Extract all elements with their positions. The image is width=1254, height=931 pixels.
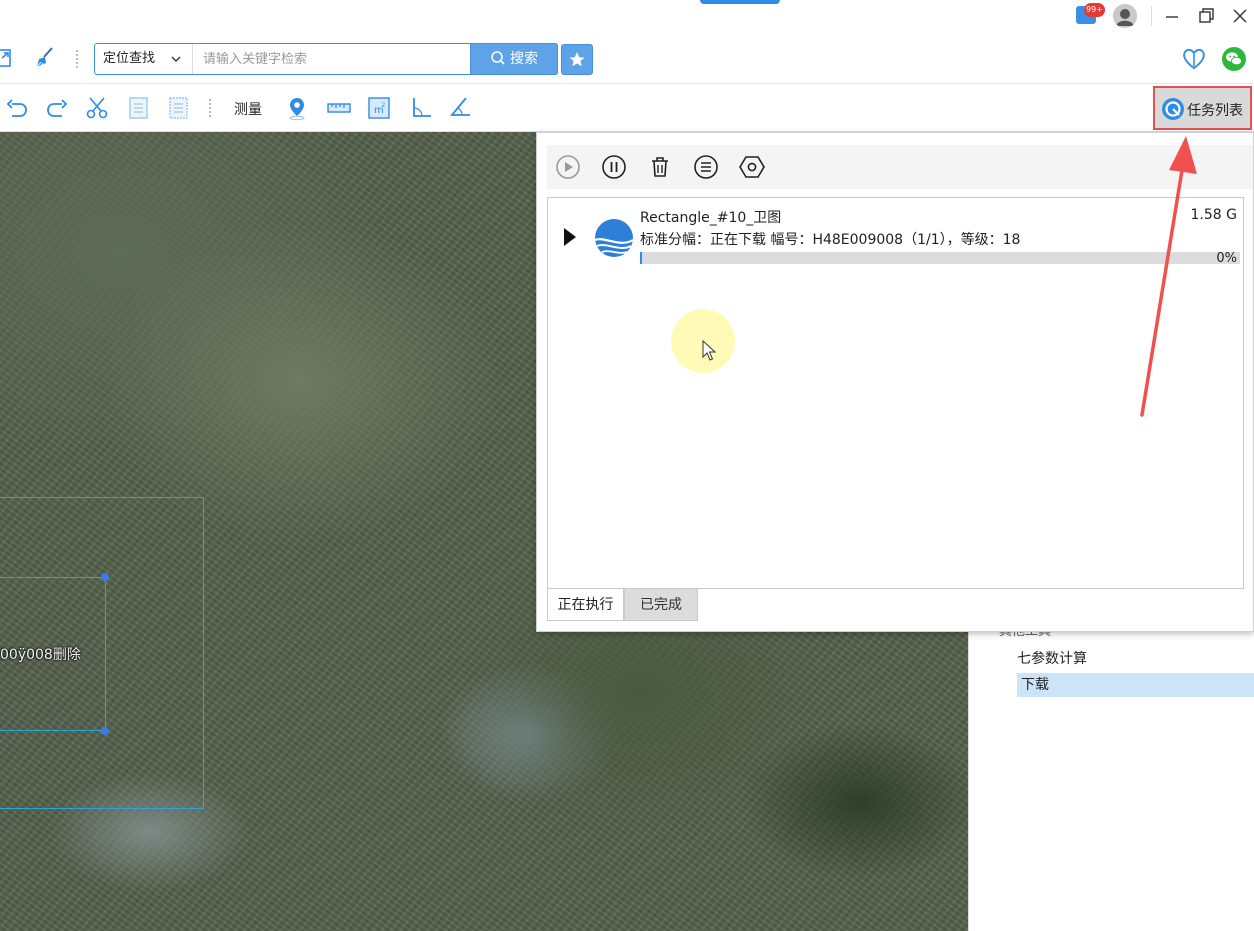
redo-icon[interactable]	[44, 95, 70, 121]
selection-handle[interactable]	[101, 727, 109, 735]
side-item-seven-params[interactable]: 七参数计算	[1017, 648, 1087, 668]
search-button[interactable]: 搜索	[470, 43, 558, 75]
chevron-down-icon	[171, 56, 181, 62]
search-input[interactable]	[195, 44, 471, 74]
restore-button[interactable]	[1194, 4, 1218, 28]
wechat-icon[interactable]	[1221, 46, 1247, 72]
selection-handle[interactable]	[101, 573, 109, 581]
task-name: Rectangle_#10_卫图	[640, 210, 782, 226]
search-category-select[interactable]: 定位查找	[95, 44, 193, 74]
favorite-button[interactable]	[561, 44, 593, 75]
heart-map-icon[interactable]	[1180, 44, 1208, 72]
star-icon	[569, 52, 585, 67]
tool-side-panel: 其他工具 七参数计算 下载	[968, 618, 1254, 931]
settings-icon[interactable]	[739, 154, 765, 180]
export-icon[interactable]	[0, 45, 20, 71]
ruler-icon[interactable]	[326, 95, 352, 121]
task-list-button[interactable]: 任务列表	[1153, 86, 1252, 130]
search-category-label: 定位查找	[103, 51, 156, 66]
minimize-button[interactable]	[1160, 4, 1184, 28]
measure-label: 测量	[234, 102, 262, 118]
toolbar-grip	[76, 50, 80, 68]
close-button[interactable]	[1228, 4, 1252, 28]
toolbar-grip	[209, 99, 213, 117]
task-list-icon	[1162, 98, 1184, 120]
selection-label: 00ÿ008删除	[0, 647, 81, 663]
list-icon[interactable]	[693, 154, 719, 180]
tools-toolbar: 测量 m2	[0, 84, 1254, 132]
copy-icon[interactable]	[126, 95, 152, 121]
brush-icon[interactable]	[32, 45, 58, 71]
search-box: 定位查找 搜索	[94, 43, 558, 75]
mouse-cursor-icon	[702, 340, 717, 361]
search-toolbar: 定位查找 搜索	[0, 32, 1254, 84]
svg-text:2: 2	[382, 102, 386, 109]
task-list-button-label: 任务列表	[1187, 103, 1243, 119]
title-bar: 99+	[0, 0, 1254, 32]
task-logo-icon	[594, 219, 634, 257]
angle-icon[interactable]	[408, 95, 434, 121]
search-icon	[491, 51, 505, 65]
trash-icon[interactable]	[647, 154, 673, 180]
pause-icon[interactable]	[601, 154, 627, 180]
task-progress-fill	[640, 252, 642, 264]
user-avatar[interactable]	[1113, 4, 1137, 28]
task-progress-percent: 0%	[1216, 251, 1237, 266]
cut-icon[interactable]	[84, 95, 110, 121]
annotation-arrow	[1140, 136, 1197, 417]
titlebar-separator	[1151, 6, 1152, 26]
undo-icon[interactable]	[4, 95, 30, 121]
tab-running[interactable]: 正在执行	[547, 589, 624, 621]
title-accent-bar	[700, 0, 780, 4]
location-pin-icon[interactable]	[284, 95, 310, 121]
notification-badge: 99+	[1084, 3, 1105, 17]
search-button-label: 搜索	[510, 51, 538, 67]
area-measure-icon[interactable]: m2	[366, 95, 392, 121]
expand-triangle-icon[interactable]	[564, 228, 576, 246]
task-status: 标准分幅：正在下载 幅号：H48E009008（1/1），等级：18	[640, 232, 1021, 248]
start-icon[interactable]	[555, 154, 581, 180]
tab-completed[interactable]: 已完成	[624, 589, 698, 621]
azimuth-icon[interactable]	[448, 95, 474, 121]
side-item-download[interactable]: 下载	[1017, 673, 1254, 697]
paste-icon[interactable]	[166, 95, 192, 121]
